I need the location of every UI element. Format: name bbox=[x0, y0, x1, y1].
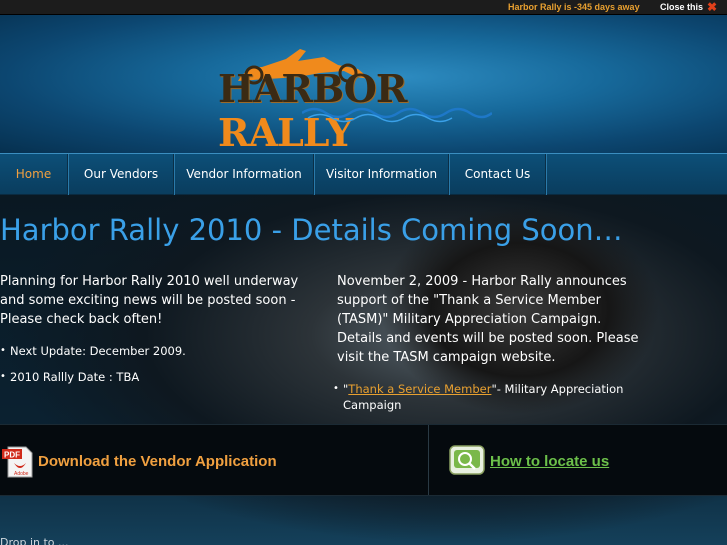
right-column: November 2, 2009 - Harbor Rally announce… bbox=[333, 272, 647, 423]
main-content: Harbor Rally 2010 - Details Coming Soon…… bbox=[0, 195, 727, 545]
panel-divider bbox=[428, 425, 429, 495]
pdf-icon-label: PDF bbox=[4, 451, 20, 460]
main-nav: Home Our Vendors Vendor Information Visi… bbox=[0, 153, 727, 195]
map-icon[interactable] bbox=[449, 445, 485, 477]
nav-contact-us[interactable]: Contact Us bbox=[450, 154, 546, 195]
close-x-icon[interactable]: ✖ bbox=[707, 0, 719, 14]
list-item: Next Update: December 2009. bbox=[0, 343, 300, 359]
left-bullet-list: Next Update: December 2009. 2010 Rallly … bbox=[0, 343, 300, 385]
action-panel: PDF Adobe Download the Vendor Applicatio… bbox=[0, 424, 727, 496]
download-vendor-application-link[interactable]: Download the Vendor Application bbox=[38, 453, 277, 470]
close-notice-link[interactable]: Close this bbox=[660, 2, 703, 12]
countdown-text: Harbor Rally is -345 days away bbox=[508, 2, 640, 12]
site-header: HARBOR RALLY bbox=[0, 15, 727, 155]
left-paragraph: Planning for Harbor Rally 2010 well unde… bbox=[0, 274, 299, 327]
harbor-rally-logo[interactable]: HARBOR RALLY bbox=[212, 37, 502, 155]
footer-partial-text: Drop in to ... bbox=[0, 536, 69, 545]
tasm-link[interactable]: Thank a Service Member bbox=[348, 382, 491, 396]
list-item: "Thank a Service Member"- Military Appre… bbox=[333, 381, 647, 413]
adobe-icon-label: Adobe bbox=[14, 471, 29, 477]
right-paragraph: November 2, 2009 - Harbor Rally announce… bbox=[337, 274, 639, 365]
notice-bar: Harbor Rally is -345 days away Close thi… bbox=[0, 0, 727, 15]
right-bullet-list: "Thank a Service Member"- Military Appre… bbox=[333, 381, 647, 413]
nav-home[interactable]: Home bbox=[0, 154, 68, 195]
nav-visitor-information[interactable]: Visitor Information bbox=[315, 154, 449, 195]
nav-vendor-information[interactable]: Vendor Information bbox=[175, 154, 314, 195]
pdf-icon[interactable]: PDF Adobe bbox=[0, 445, 34, 479]
nav-our-vendors[interactable]: Our Vendors bbox=[69, 154, 174, 195]
list-item: 2010 Rallly Date : TBA bbox=[0, 369, 300, 385]
left-column: Planning for Harbor Rally 2010 well unde… bbox=[0, 272, 300, 395]
how-to-locate-us-link[interactable]: How to locate us bbox=[490, 453, 609, 470]
wave-logo-icon bbox=[302, 107, 492, 123]
page-headline: Harbor Rally 2010 - Details Coming Soon… bbox=[0, 213, 623, 247]
